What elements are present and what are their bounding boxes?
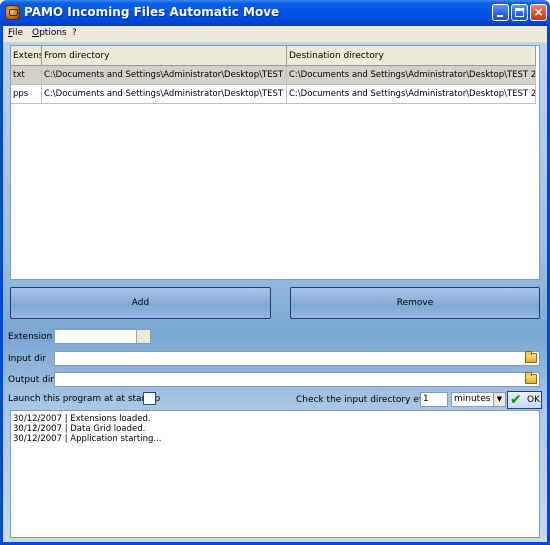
menu-bar: File Options ? (3, 26, 547, 42)
cell-extension: pps (11, 85, 42, 104)
log-line: 30/12/2007 | Data Grid loaded. (13, 424, 146, 434)
input-dir-field[interactable] (54, 351, 540, 366)
input-dir-label: Input dir (8, 354, 47, 364)
client-area: File Options ? Extension From directory … (3, 26, 547, 542)
chevron-down-icon[interactable]: ▼ (493, 393, 505, 406)
interval-input[interactable]: 1 (420, 392, 448, 407)
interval-unit-value: minutes (454, 394, 491, 404)
log-line: 30/12/2007 | Application starting... (13, 434, 162, 444)
log-output[interactable]: 30/12/2007 | Extensions loaded. 30/12/20… (10, 410, 540, 538)
startup-checkbox[interactable] (143, 392, 156, 405)
ok-button[interactable]: ✔ OK (507, 391, 542, 409)
app-window: PAMO Incoming Files Automatic Move × Fil… (0, 0, 550, 545)
window-title: PAMO Incoming Files Automatic Move (24, 5, 280, 19)
minimize-button[interactable] (492, 4, 509, 21)
cell-from-directory: C:\Documents and Settings\Administrator\… (42, 85, 287, 104)
output-dir-label: Output dir (8, 375, 55, 385)
menu-options[interactable]: Options (32, 28, 67, 38)
output-dir-field[interactable] (54, 372, 540, 387)
close-icon: × (533, 5, 544, 19)
remove-button[interactable]: Remove (290, 287, 540, 319)
minimize-icon (497, 15, 503, 17)
interval-value: 1 (423, 394, 429, 404)
folder-browse-icon[interactable] (525, 372, 537, 384)
grid-header: Extension From directory Destination dir… (11, 46, 536, 66)
rules-data-grid[interactable]: Extension From directory Destination dir… (10, 45, 540, 280)
cell-destination-directory: C:\Documents and Settings\Administrator\… (287, 85, 536, 104)
cell-from-directory: C:\Documents and Settings\Administrator\… (42, 66, 287, 85)
extension-combo[interactable] (54, 329, 151, 344)
cell-destination-directory: C:\Documents and Settings\Administrator\… (287, 66, 536, 85)
maximize-icon (515, 8, 524, 17)
checkmark-icon: ✔ (510, 392, 522, 408)
menu-help[interactable]: ? (72, 28, 77, 38)
cell-extension: txt (11, 66, 42, 85)
table-row[interactable]: txt C:\Documents and Settings\Administra… (11, 66, 536, 85)
extension-label: Extension (8, 332, 53, 342)
table-row[interactable]: pps C:\Documents and Settings\Administra… (11, 85, 536, 104)
menu-file[interactable]: File (8, 28, 23, 38)
column-header-extension[interactable]: Extension (11, 46, 42, 66)
ok-label: OK (527, 395, 540, 405)
folder-browse-icon[interactable] (525, 351, 537, 363)
combo-dropdown-button[interactable] (136, 330, 150, 343)
title-bar[interactable]: PAMO Incoming Files Automatic Move × (0, 0, 550, 26)
startup-label: Launch this program at at startup (8, 394, 161, 404)
add-button[interactable]: Add (10, 287, 271, 319)
interval-unit-select[interactable]: minutes ▼ (451, 392, 506, 407)
maximize-button[interactable] (511, 4, 528, 21)
column-header-from-directory[interactable]: From directory (42, 46, 287, 66)
log-line: 30/12/2007 | Extensions loaded. (13, 414, 151, 424)
column-header-destination-directory[interactable]: Destination directory (287, 46, 536, 66)
close-button[interactable]: × (530, 4, 547, 21)
app-icon (5, 5, 20, 20)
